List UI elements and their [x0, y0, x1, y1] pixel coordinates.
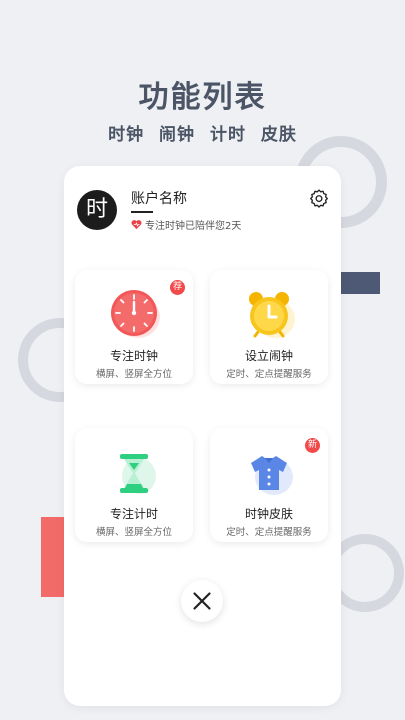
divider — [131, 211, 153, 213]
tile-title: 专注时钟 — [109, 349, 158, 363]
tile-desc: 横屏、竖屏全方位 — [95, 369, 172, 380]
gear-icon[interactable] — [309, 188, 329, 208]
decor-bar — [41, 517, 65, 597]
close-icon — [193, 592, 211, 610]
heart-icon — [131, 220, 142, 230]
close-button[interactable] — [181, 580, 223, 622]
badge-new: 新 — [305, 438, 320, 453]
subtitle-item: 时钟 — [108, 125, 145, 145]
page-title: 功能列表 — [138, 80, 267, 115]
tile-set-alarm[interactable]: 设立闹钟 定时、定点提醒服务 — [210, 270, 328, 384]
tile-title: 时钟皮肤 — [244, 507, 293, 521]
tile-desc: 定时、定点提醒服务 — [226, 369, 312, 380]
clock-icon — [111, 290, 160, 338]
shirt-icon — [251, 456, 293, 495]
tile-focus-clock[interactable]: 荐 专注时钟 横屏、竖屏全方位 — [75, 270, 193, 384]
account-info: 专注时钟已陪伴您2天 — [131, 217, 241, 232]
hourglass-icon — [120, 454, 156, 494]
feature-card: 时 账户名称 专注时钟已陪伴您2天 荐 专注时钟 横屏、竖屏全方位 设立闹钟 定… — [64, 166, 341, 706]
account-name[interactable]: 账户名称 — [131, 188, 187, 208]
avatar[interactable]: 时 — [77, 190, 117, 230]
badge-recommended: 荐 — [170, 280, 185, 295]
account-info-text: 专注时钟已陪伴您2天 — [145, 221, 242, 232]
alarm-clock-icon — [249, 292, 295, 338]
subtitle-item: 计时 — [209, 125, 246, 145]
tile-title: 专注计时 — [109, 507, 158, 521]
page-subtitle: 时钟 闹钟 计时 皮肤 — [0, 120, 405, 145]
tile-focus-timer[interactable]: 专注计时 横屏、竖屏全方位 — [75, 428, 193, 542]
tile-title: 设立闹钟 — [244, 349, 293, 363]
tile-desc: 定时、定点提醒服务 — [226, 527, 312, 538]
tile-desc: 横屏、竖屏全方位 — [95, 527, 172, 538]
decor-bar — [338, 272, 380, 294]
subtitle-item: 闹钟 — [159, 125, 196, 145]
tile-clock-skin[interactable]: 新 时钟皮肤 定时、定点提醒服务 — [210, 428, 328, 542]
subtitle-item: 皮肤 — [260, 125, 297, 145]
